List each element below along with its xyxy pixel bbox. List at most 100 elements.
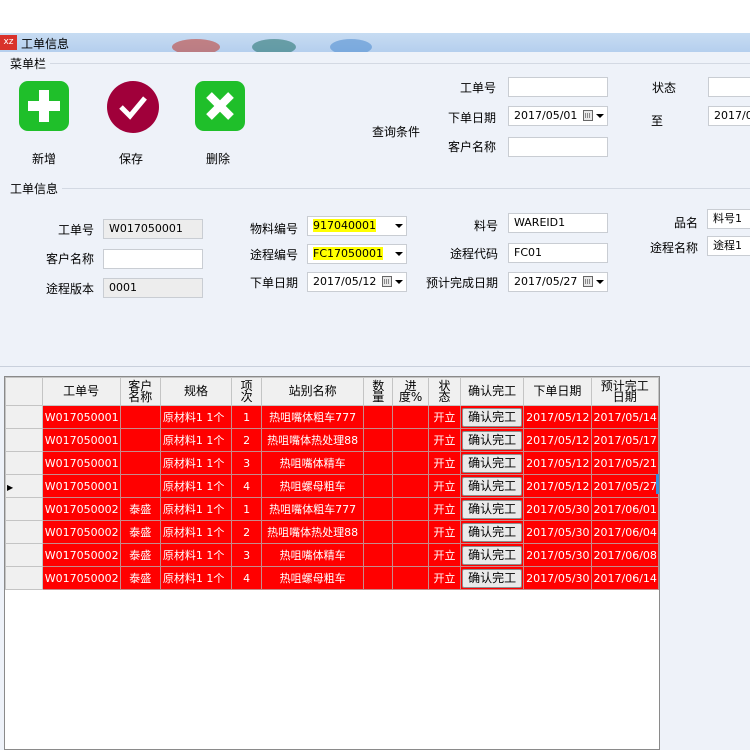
cell-status[interactable]: 开立 (427, 451, 462, 475)
cell-order[interactable]: W017050001 (41, 428, 121, 452)
cell-customer[interactable]: 泰盛 (119, 566, 161, 590)
part-no-field[interactable]: WAREID1 (508, 213, 608, 233)
cell-customer[interactable]: 泰盛 (119, 520, 161, 544)
scroll-indicator[interactable] (656, 474, 659, 494)
table-row[interactable]: W017050002 泰盛 原材料1 1个 3 热咀嘴体精车 开立 确认完工 2017/05/… (5, 543, 659, 567)
customer-field[interactable] (103, 249, 203, 269)
cell-item[interactable]: 1 (231, 497, 263, 521)
cell-order-date[interactable]: 2017/05/30 (523, 520, 592, 544)
delete-button-label[interactable]: 删除 (188, 150, 248, 167)
cell-order[interactable]: W017050002 (41, 520, 121, 544)
query-customer-input[interactable] (508, 137, 608, 157)
cell-confirm[interactable]: 确认完工 (460, 566, 525, 590)
save-button-label[interactable]: 保存 (101, 150, 161, 167)
cell-confirm[interactable]: 确认完工 (460, 451, 525, 475)
chevron-down-icon[interactable] (395, 280, 403, 284)
cell-customer[interactable] (119, 474, 161, 498)
confirm-complete-button[interactable]: 确认完工 (462, 453, 523, 473)
table-row[interactable]: W017050002 泰盛 原材料1 1个 2 热咀嘴体热处理88 开立 确认完工 2017/… (5, 520, 659, 544)
cell-item[interactable]: 4 (231, 474, 263, 498)
cell-confirm[interactable]: 确认完工 (460, 520, 525, 544)
cell-qty[interactable] (363, 451, 394, 475)
col-due-date-header[interactable]: 预计完工 日期 (590, 377, 659, 406)
cell-status[interactable]: 开立 (427, 566, 462, 590)
grid-corner-header[interactable] (5, 377, 43, 406)
col-confirm-header[interactable]: 确认完工 (460, 377, 525, 406)
col-item-header[interactable]: 项 次 (231, 377, 263, 406)
cell-progress[interactable] (392, 428, 429, 452)
cell-confirm[interactable]: 确认完工 (460, 474, 525, 498)
cell-order-date[interactable]: 2017/05/12 (523, 405, 592, 429)
col-qty-header[interactable]: 数 量 (363, 377, 394, 406)
cell-station[interactable]: 热咀嘴体粗车777 (261, 497, 365, 521)
calendar-icon[interactable] (583, 110, 593, 121)
cell-confirm[interactable]: 确认完工 (460, 405, 525, 429)
col-status-header[interactable]: 状 态 (427, 377, 462, 406)
query-order-date-from-picker[interactable]: 2017/05/01 (508, 106, 608, 126)
cell-progress[interactable] (392, 520, 429, 544)
cell-item[interactable]: 4 (231, 566, 263, 590)
order-date-picker[interactable]: 2017/05/12 (307, 272, 407, 292)
confirm-complete-button[interactable]: 确认完工 (462, 522, 523, 542)
cell-order[interactable]: W017050001 (41, 474, 121, 498)
calendar-icon[interactable] (382, 276, 392, 287)
cell-order[interactable]: W017050001 (41, 451, 121, 475)
cell-order-date[interactable]: 2017/05/12 (523, 451, 592, 475)
cell-customer[interactable] (119, 451, 161, 475)
cell-qty[interactable] (363, 543, 394, 567)
row-header[interactable]: ▶ (5, 474, 43, 498)
table-row[interactable]: W017050001 原材料1 1个 1 热咀嘴体粗车777 开立 确认完工 2017/05… (5, 405, 659, 429)
confirm-complete-button[interactable]: 确认完工 (462, 407, 523, 427)
route-name-field[interactable]: 途程1 (707, 236, 750, 256)
cell-item[interactable]: 3 (231, 451, 263, 475)
cell-progress[interactable] (392, 566, 429, 590)
cell-spec[interactable]: 原材料1 1个 (159, 566, 233, 590)
cell-customer[interactable]: 泰盛 (119, 497, 161, 521)
cell-qty[interactable] (363, 497, 394, 521)
col-spec-header[interactable]: 规格 (159, 377, 233, 406)
cell-qty[interactable] (363, 520, 394, 544)
cell-order-date[interactable]: 2017/05/30 (523, 497, 592, 521)
route-code-field[interactable]: FC01 (508, 243, 608, 263)
chevron-down-icon[interactable] (596, 280, 604, 284)
col-order-date-header[interactable]: 下单日期 (523, 377, 592, 406)
cell-station[interactable]: 热咀嘴体热处理88 (261, 520, 365, 544)
cell-order-date[interactable]: 2017/05/12 (523, 474, 592, 498)
chevron-down-icon[interactable] (395, 252, 403, 256)
cell-confirm[interactable]: 确认完工 (460, 543, 525, 567)
cell-item[interactable]: 1 (231, 405, 263, 429)
cell-due-date[interactable]: 2017/06/14 (590, 566, 659, 590)
cell-status[interactable]: 开立 (427, 428, 462, 452)
cell-station[interactable]: 热咀嘴体精车 (261, 543, 365, 567)
table-row[interactable]: W017050001 原材料1 1个 2 热咀嘴体热处理88 开立 确认完工 2017/05… (5, 428, 659, 452)
cell-station[interactable]: 热咀嘴体粗车777 (261, 405, 365, 429)
confirm-complete-button[interactable]: 确认完工 (462, 568, 523, 588)
row-header[interactable] (5, 497, 43, 521)
due-date-picker[interactable]: 2017/05/27 (508, 272, 608, 292)
row-header[interactable] (5, 520, 43, 544)
col-customer-header[interactable]: 客户 名称 (119, 377, 161, 406)
cell-due-date[interactable]: 2017/06/01 (590, 497, 659, 521)
chevron-down-icon[interactable] (395, 224, 403, 228)
cell-progress[interactable] (392, 474, 429, 498)
cell-customer[interactable]: 泰盛 (119, 543, 161, 567)
cell-due-date[interactable]: 2017/05/17 (590, 428, 659, 452)
material-code-select[interactable]: 917040001 (307, 216, 407, 236)
cell-spec[interactable]: 原材料1 1个 (159, 474, 233, 498)
cell-status[interactable]: 开立 (427, 520, 462, 544)
cell-spec[interactable]: 原材料1 1个 (159, 428, 233, 452)
cell-spec[interactable]: 原材料1 1个 (159, 451, 233, 475)
route-version-field[interactable]: 0001 (103, 278, 203, 298)
row-header[interactable] (5, 566, 43, 590)
cell-item[interactable]: 2 (231, 428, 263, 452)
cell-spec[interactable]: 原材料1 1个 (159, 405, 233, 429)
cell-progress[interactable] (392, 497, 429, 521)
confirm-complete-button[interactable]: 确认完工 (462, 430, 523, 450)
cell-qty[interactable] (363, 566, 394, 590)
cell-spec[interactable]: 原材料1 1个 (159, 497, 233, 521)
product-name-field[interactable]: 料号1 (707, 209, 750, 229)
col-progress-header[interactable]: 进 度% (392, 377, 429, 406)
chevron-down-icon[interactable] (596, 114, 604, 118)
cell-status[interactable]: 开立 (427, 543, 462, 567)
cell-item[interactable]: 3 (231, 543, 263, 567)
